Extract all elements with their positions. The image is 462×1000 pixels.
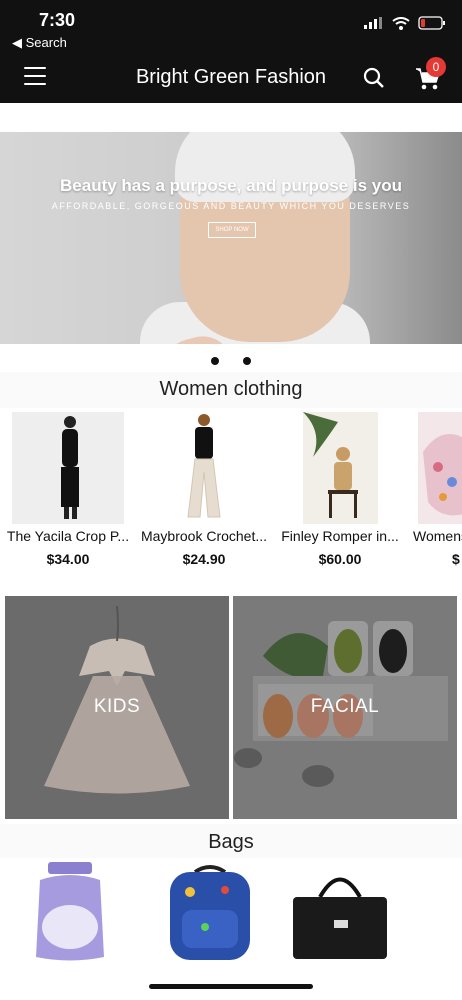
- status-bar: 7:30 ◀ Search: [0, 0, 462, 53]
- bags-section-title: Bags: [208, 831, 254, 853]
- battery-icon: [418, 16, 445, 30]
- collagen-jar-image[interactable]: [20, 862, 120, 962]
- product-image: [148, 412, 260, 524]
- product-card[interactable]: Finley Romper in... $60.00: [274, 412, 406, 567]
- shop-now-button[interactable]: SHOP NOW: [208, 222, 256, 238]
- women-section-title: Women clothing: [159, 378, 303, 400]
- carousel-dot[interactable]: [211, 357, 219, 365]
- product-card[interactable]: Maybrook Crochet... $24.90: [138, 412, 270, 567]
- category-label: KIDS: [93, 696, 141, 717]
- signal-icon: [364, 17, 382, 29]
- product-price: $: [452, 551, 460, 567]
- carousel-dots: [0, 352, 462, 370]
- cart-count-badge: 0: [426, 57, 446, 77]
- status-time: 7:30: [39, 10, 76, 30]
- product-price: $60.00: [318, 551, 362, 567]
- category-tile-facial[interactable]: FACIAL: [233, 596, 457, 819]
- product-price: $24.90: [182, 551, 226, 567]
- status-icons: [364, 16, 446, 30]
- category-tile-kids[interactable]: KIDS: [5, 596, 229, 819]
- hero-headline: Beauty has a purpose, and purpose is you: [60, 176, 402, 195]
- product-image: [418, 412, 462, 524]
- product-card[interactable]: Womens $: [410, 412, 462, 567]
- store-title: Bright Green Fashion: [135, 66, 327, 88]
- backpack-image[interactable]: [160, 862, 260, 962]
- category-label: FACIAL: [310, 696, 380, 717]
- wifi-icon: [392, 16, 410, 30]
- product-card[interactable]: The Yacila Crop P... $34.00: [2, 412, 134, 567]
- app-header: Bright Green Fashion: [0, 53, 462, 103]
- product-image: [12, 412, 124, 524]
- product-name: Womens: [413, 528, 462, 544]
- back-to-search-link[interactable]: ◀ Search: [12, 35, 67, 51]
- product-name: Finley Romper in...: [281, 528, 399, 544]
- product-price: $34.00: [46, 551, 90, 567]
- hero-banner[interactable]: Beauty has a purpose, and purpose is you…: [0, 132, 462, 344]
- black-duffel-bag-image[interactable]: [290, 862, 390, 962]
- product-name: The Yacila Crop P...: [6, 528, 130, 544]
- search-icon[interactable]: [363, 67, 385, 89]
- product-image: [302, 412, 378, 524]
- product-name: Maybrook Crochet...: [140, 528, 268, 544]
- home-indicator: [149, 984, 313, 989]
- carousel-dot[interactable]: [243, 357, 251, 365]
- hero-subtext: AFFORDABLE, GORGEOUS AND BEAUTY WHICH YO…: [51, 201, 411, 211]
